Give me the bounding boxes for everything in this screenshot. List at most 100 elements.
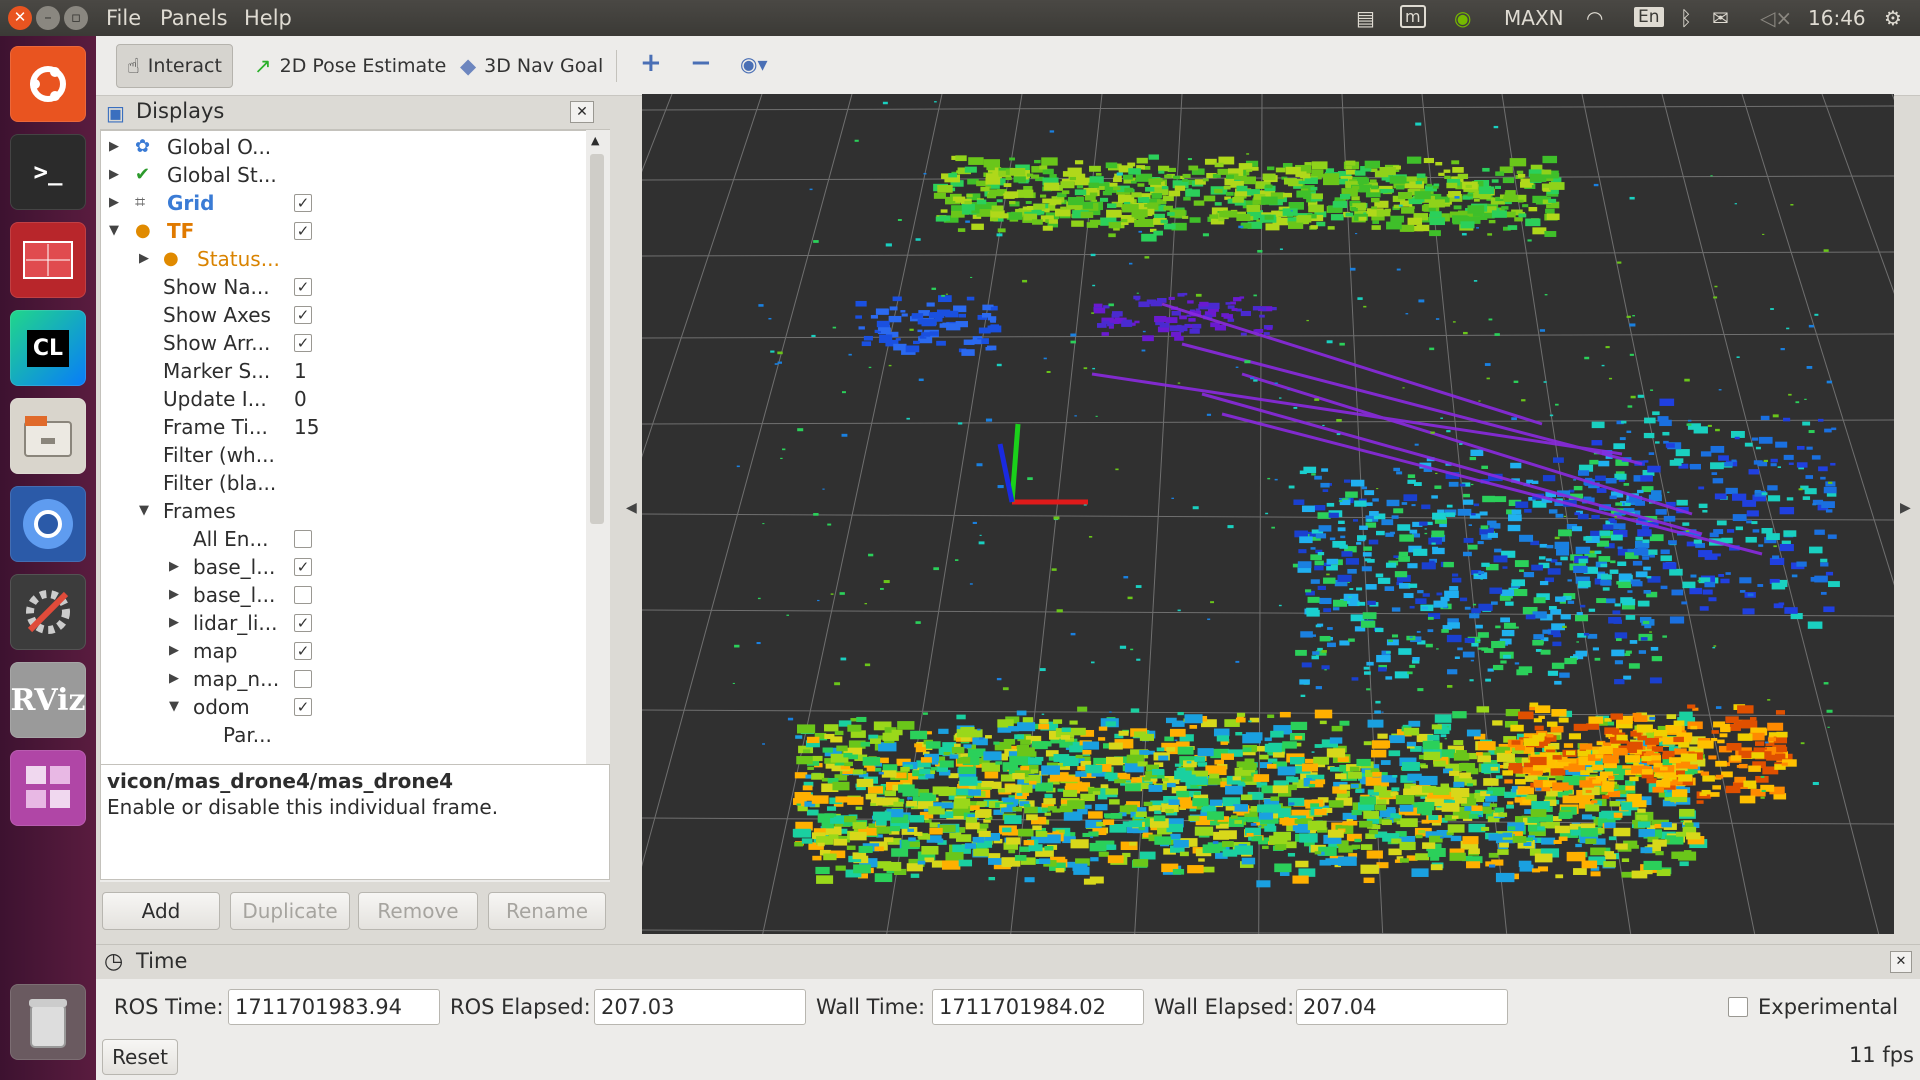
tree-row-grid[interactable]: ▶ ⌗ Grid ✓ — [101, 189, 589, 217]
tree-row-global-status[interactable]: ▶ ✔ Global St... — [101, 161, 589, 189]
tree-row-marker-scale[interactable]: Marker S... 1 — [101, 357, 589, 385]
chromium-icon[interactable] — [10, 486, 86, 562]
nav-goal-tool-button[interactable]: ◆ 3D Nav Goal — [450, 44, 613, 88]
frame-checkbox[interactable] — [294, 586, 312, 604]
nvidia-icon[interactable]: ◉ — [1454, 6, 1471, 30]
experimental-label: Experimental — [1758, 995, 1899, 1019]
clock[interactable]: 16:46 — [1808, 6, 1866, 30]
tree-row-frames[interactable]: ▼ Frames — [101, 497, 589, 525]
settings-tools-icon[interactable] — [10, 574, 86, 650]
tree-row-frame-odom[interactable]: ▼ odom ✓ — [101, 693, 589, 721]
rename-display-button[interactable]: Rename — [488, 892, 606, 930]
keyboard-language[interactable]: En — [1634, 7, 1664, 27]
workspace-switcher-icon[interactable] — [10, 750, 86, 826]
marker-scale-value[interactable]: 1 — [294, 357, 307, 385]
tree-row-show-axes[interactable]: Show Axes ✓ — [101, 301, 589, 329]
window-close-button[interactable]: ✕ — [8, 6, 32, 30]
scrollbar-thumb[interactable] — [590, 154, 604, 524]
clipboard-icon[interactable]: ▤ — [1356, 6, 1375, 30]
frame-timeout-value[interactable]: 15 — [294, 413, 319, 441]
collapse-right-icon[interactable]: ▶ — [1900, 500, 1911, 516]
rviz-icon[interactable]: RViz — [10, 662, 86, 738]
terminal-icon[interactable]: >_ — [10, 134, 86, 210]
trash-icon[interactable] — [10, 984, 86, 1060]
grid-checkbox[interactable]: ✓ — [294, 194, 312, 212]
camera-eye-icon[interactable]: ◉▾ — [740, 52, 768, 76]
clion-icon[interactable]: CL — [10, 310, 86, 386]
show-names-checkbox[interactable]: ✓ — [294, 278, 312, 296]
remove-display-button[interactable]: Remove — [358, 892, 478, 930]
tree-row-frame-lidar-link[interactable]: ▶ lidar_li... ✓ — [101, 609, 589, 637]
experimental-checkbox[interactable] — [1728, 997, 1748, 1017]
wall-elapsed-field[interactable]: 207.04 — [1296, 989, 1508, 1025]
diamond-goal-icon: ◆ — [460, 54, 477, 78]
ubuntu-logo-icon[interactable] — [10, 46, 86, 122]
tree-row-update-interval[interactable]: Update I... 0 — [101, 385, 589, 413]
pose-estimate-tool-button[interactable]: ↗ 2D Pose Estimate — [244, 44, 456, 88]
tree-row-parent[interactable]: Par... — [101, 721, 589, 749]
bluetooth-icon[interactable]: ᛒ — [1680, 6, 1692, 30]
wall-time-field[interactable]: 1711701984.02 — [932, 989, 1144, 1025]
pose-estimate-label: 2D Pose Estimate — [279, 55, 447, 77]
frame-checkbox[interactable]: ✓ — [294, 614, 312, 632]
show-axes-checkbox[interactable]: ✓ — [294, 306, 312, 324]
tree-row-frame-map[interactable]: ▶ map ✓ — [101, 637, 589, 665]
reset-time-button[interactable]: Reset — [102, 1039, 178, 1075]
tree-row-frame-base-link-2[interactable]: ▶ base_l... — [101, 581, 589, 609]
displays-panel: ▣ Displays ✕ ▶ ✿ Global O... ▶ ✔ Global St… — [100, 96, 610, 930]
system-monitor-icon[interactable] — [10, 222, 86, 298]
displays-scrollbar[interactable]: ▲ ▼ — [586, 130, 608, 854]
update-interval-value[interactable]: 0 — [294, 385, 307, 413]
hand-pointer-icon: ☝ — [127, 54, 140, 78]
frame-checkbox[interactable] — [294, 670, 312, 688]
point-cloud-scene — [642, 94, 1894, 934]
displays-header: ▣ Displays ✕ — [100, 96, 610, 130]
show-arrows-checkbox[interactable]: ✓ — [294, 334, 312, 352]
wifi-icon[interactable]: ◠ — [1586, 6, 1603, 30]
tree-row-all-enabled[interactable]: All En... — [101, 525, 589, 553]
time-close-button[interactable]: ✕ — [1890, 951, 1912, 973]
grid-icon: ⌗ — [135, 192, 146, 213]
ros-elapsed-field[interactable]: 207.03 — [594, 989, 806, 1025]
frame-checkbox[interactable]: ✓ — [294, 558, 312, 576]
file-manager-icon[interactable] — [10, 398, 86, 474]
time-header: ◷ Time ✕ — [96, 945, 1920, 979]
tree-row-tf[interactable]: ▼ ● TF ✓ — [101, 217, 589, 245]
menu-help[interactable]: Help — [244, 6, 292, 30]
tree-row-status[interactable]: ▶ ● Status... — [101, 245, 589, 273]
power-mode-label[interactable]: MAXN — [1504, 6, 1564, 30]
help-panel: vicon/mas_drone4/mas_drone4 Enable or di… — [100, 764, 610, 880]
window-minimize-button[interactable]: – — [36, 6, 60, 30]
render-3d-view[interactable] — [642, 94, 1894, 934]
clock-icon: ◷ — [104, 949, 124, 974]
volume-muted-icon[interactable]: ◁× — [1760, 6, 1792, 30]
tree-row-frame-map-n[interactable]: ▶ map_n... — [101, 665, 589, 693]
indicator-m-icon[interactable]: m — [1400, 5, 1426, 28]
tree-row-show-names[interactable]: Show Na... ✓ — [101, 273, 589, 301]
add-display-button[interactable]: Add — [102, 892, 220, 930]
green-arrow-icon: ↗ — [254, 54, 272, 78]
tree-row-global-options[interactable]: ▶ ✿ Global O... — [101, 133, 589, 161]
displays-close-button[interactable]: ✕ — [570, 101, 594, 123]
scroll-up-icon[interactable]: ▲ — [591, 134, 599, 147]
tree-row-frame-base-link-1[interactable]: ▶ base_l... ✓ — [101, 553, 589, 581]
tree-row-filter-whitelist[interactable]: Filter (wh... — [101, 441, 589, 469]
tree-row-frame-timeout[interactable]: Frame Ti... 15 — [101, 413, 589, 441]
remove-tool-minus-icon[interactable]: − — [690, 48, 712, 78]
interact-tool-button[interactable]: ☝ Interact — [116, 44, 233, 88]
all-enabled-checkbox[interactable] — [294, 530, 312, 548]
frame-checkbox[interactable]: ✓ — [294, 642, 312, 660]
menu-file[interactable]: File — [106, 6, 141, 30]
frame-checkbox[interactable]: ✓ — [294, 698, 312, 716]
ros-time-field[interactable]: 1711701983.94 — [228, 989, 440, 1025]
duplicate-display-button[interactable]: Duplicate — [230, 892, 350, 930]
add-tool-plus-icon[interactable]: + — [640, 48, 662, 78]
tree-row-filter-blacklist[interactable]: Filter (bla... — [101, 469, 589, 497]
menu-panels[interactable]: Panels — [160, 6, 228, 30]
mail-icon[interactable]: ✉ — [1712, 6, 1729, 30]
settings-gear-icon[interactable]: ⚙ — [1884, 6, 1902, 30]
window-maximize-button[interactable]: ▫ — [64, 6, 88, 30]
tf-checkbox[interactable]: ✓ — [294, 222, 312, 240]
tree-row-show-arrows[interactable]: Show Arr... ✓ — [101, 329, 589, 357]
collapse-left-icon[interactable]: ◀ — [626, 500, 637, 516]
